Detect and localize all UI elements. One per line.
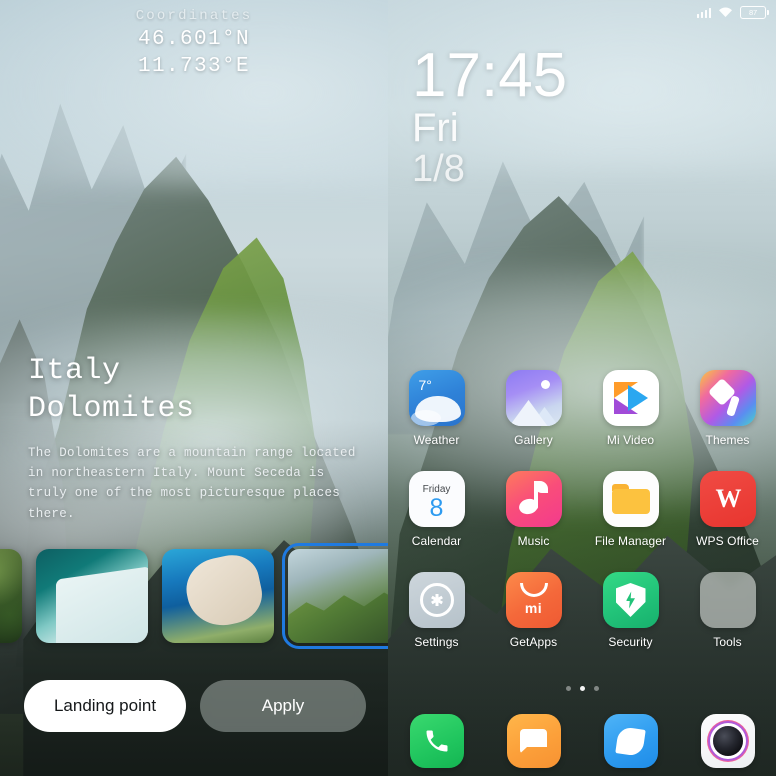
app-label-file-manager: File Manager (594, 534, 667, 548)
app-settings[interactable]: Settings (388, 572, 485, 649)
clock-weekday: Fri (412, 105, 459, 150)
wallpaper-title-location: Dolomites (28, 392, 195, 427)
wallpaper-title-country: Italy (28, 354, 121, 388)
thumbnail-foliage[interactable] (0, 549, 22, 643)
app-label-music: Music (517, 534, 550, 548)
clock-time: 17:45 (412, 41, 568, 110)
app-label-settings: Settings (414, 635, 459, 649)
file-manager-icon[interactable] (602, 471, 659, 527)
app-label-wps-office: WPS Office (696, 534, 759, 548)
wallpaper-action-bar: Landing point Apply (24, 680, 368, 732)
app-gallery[interactable]: Gallery (485, 370, 582, 447)
wallpaper-info-block: Italy Dolomites The Dolomites are a moun… (28, 352, 364, 524)
battery-icon: 87 (740, 5, 769, 19)
page-indicator[interactable] (388, 686, 776, 691)
app-tools-folder[interactable]: Tools (679, 572, 776, 649)
coordinates-label: Coordinates (135, 8, 253, 24)
apply-button[interactable]: Apply (200, 680, 366, 732)
app-calendar[interactable]: Friday 8 Calendar (388, 471, 485, 548)
app-label-security: Security (608, 635, 653, 649)
weather-temperature: 7° (418, 377, 432, 393)
clock-date: 1/8 (412, 147, 465, 190)
dock-app-browser[interactable]: Browser (582, 714, 679, 768)
mi-logo-mark: mi (524, 600, 543, 616)
app-security[interactable]: Security (582, 572, 679, 649)
themes-icon[interactable] (699, 370, 756, 426)
app-wps-office[interactable]: W WPS Office (679, 471, 776, 548)
dock: Phone Messages Browser Camera (388, 714, 776, 768)
app-weather[interactable]: 7° Weather (388, 370, 485, 447)
page-dot-1[interactable] (565, 686, 571, 691)
battery-level-text: 87 (749, 7, 757, 17)
wps-office-icon[interactable]: W (699, 471, 756, 527)
app-themes[interactable]: Themes (679, 370, 776, 447)
wallpaper-preview-panel: Coordinates 46.601°N 11.733°E Italy Dolo… (0, 0, 388, 776)
app-label-calendar: Calendar (411, 534, 462, 548)
thumbnail-iceberg[interactable] (36, 549, 148, 643)
phone-icon[interactable] (409, 714, 464, 768)
getapps-icon[interactable]: mi (505, 572, 562, 628)
wallpaper-thumbnail-strip[interactable] (0, 543, 388, 649)
weather-icon[interactable]: 7° (408, 370, 465, 426)
app-label-weather: Weather (413, 433, 460, 447)
status-bar: 87 (388, 0, 776, 24)
page-dot-2[interactable] (579, 686, 585, 691)
home-screen-panel: 87 17:45 Fri 1/8 7° Weather Gallery Mi V… (388, 0, 776, 776)
settings-icon[interactable] (408, 572, 465, 628)
app-label-mi-video: Mi Video (606, 433, 655, 447)
coordinates-latitude: 46.601°N (137, 28, 251, 51)
calendar-icon[interactable]: Friday 8 (408, 471, 465, 527)
clock-widget[interactable]: 17:45 Fri 1/8 (412, 41, 568, 190)
browser-icon[interactable] (603, 714, 658, 768)
thumbnail-navagio-bay[interactable] (162, 549, 274, 643)
wallpaper-description: The Dolomites are a mountain range locat… (28, 445, 356, 521)
coordinates-longitude: 11.733°E (137, 55, 251, 78)
app-getapps[interactable]: mi GetApps (485, 572, 582, 649)
app-music[interactable]: Music (485, 471, 582, 548)
wifi-icon (718, 6, 733, 18)
mi-video-icon[interactable] (602, 370, 659, 426)
wps-logo-mark: W (715, 484, 742, 513)
app-label-tools: Tools (713, 635, 742, 649)
app-label-getapps: GetApps (509, 635, 558, 649)
screenshot-root: Coordinates 46.601°N 11.733°E Italy Dolo… (0, 0, 776, 776)
music-icon[interactable] (505, 471, 562, 527)
app-mi-video[interactable]: Mi Video (582, 370, 679, 447)
app-label-gallery: Gallery (514, 433, 553, 447)
messages-icon[interactable] (506, 714, 561, 768)
calendar-date: 8 (429, 494, 444, 522)
tools-folder-icon[interactable] (699, 572, 756, 628)
app-grid: 7° Weather Gallery Mi Video Themes Frida… (388, 370, 776, 649)
page-dot-3[interactable] (593, 686, 599, 691)
signal-bars-icon (696, 7, 711, 18)
camera-icon[interactable] (700, 714, 755, 768)
security-icon[interactable] (602, 572, 659, 628)
app-file-manager[interactable]: File Manager (582, 471, 679, 548)
dock-app-camera[interactable]: Camera (679, 714, 776, 768)
landing-point-button[interactable]: Landing point (24, 680, 186, 732)
gallery-icon[interactable] (505, 370, 562, 426)
dock-app-messages[interactable]: Messages (485, 714, 582, 768)
coordinates-block: Coordinates 46.601°N 11.733°E (0, 8, 388, 78)
thumbnail-dolomites-selected[interactable] (282, 543, 388, 649)
dock-app-phone[interactable]: Phone (388, 714, 485, 768)
app-label-themes: Themes (705, 433, 750, 447)
